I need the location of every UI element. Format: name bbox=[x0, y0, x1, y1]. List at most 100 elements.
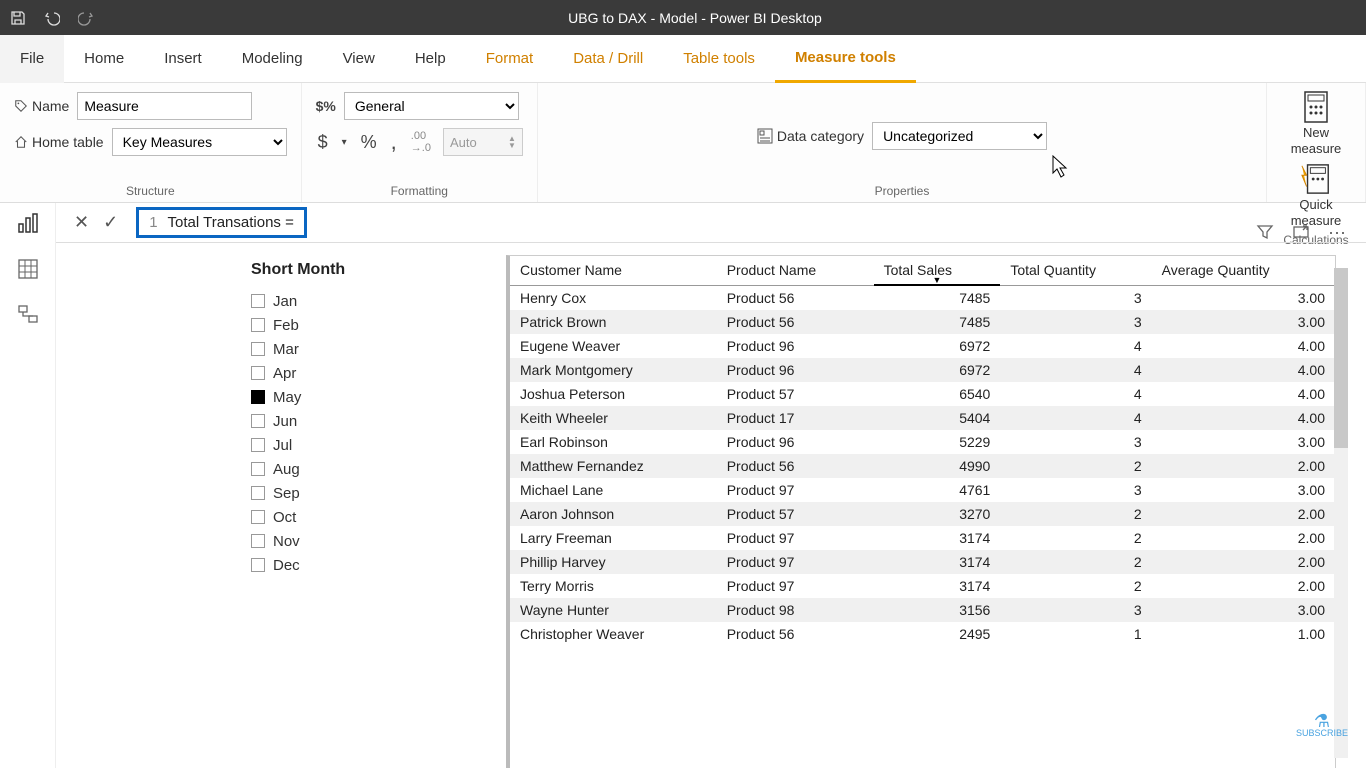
column-header[interactable]: Total Quantity bbox=[1000, 256, 1151, 285]
menu-file[interactable]: File bbox=[0, 35, 64, 83]
table-row[interactable]: Christopher WeaverProduct 56249511.00 bbox=[510, 622, 1335, 646]
slicer-item-jun[interactable]: Jun bbox=[251, 409, 431, 433]
table-row[interactable]: Patrick BrownProduct 56748533.00 bbox=[510, 310, 1335, 334]
checkbox-icon[interactable] bbox=[251, 486, 265, 500]
menu-table-tools[interactable]: Table tools bbox=[663, 35, 775, 83]
column-header[interactable]: Customer Name bbox=[510, 256, 717, 285]
slicer-item-jul[interactable]: Jul bbox=[251, 433, 431, 457]
cell: 3 bbox=[1000, 598, 1151, 622]
currency-dropdown-icon[interactable]: ▾ bbox=[340, 137, 349, 148]
slicer-item-nov[interactable]: Nov bbox=[251, 529, 431, 553]
table-row[interactable]: Joshua PetersonProduct 57654044.00 bbox=[510, 382, 1335, 406]
table-row[interactable]: Wayne HunterProduct 98315633.00 bbox=[510, 598, 1335, 622]
menubar: File HomeInsertModelingViewHelp FormatDa… bbox=[0, 35, 1366, 83]
checkbox-icon[interactable] bbox=[251, 534, 265, 548]
slicer-item-dec[interactable]: Dec bbox=[251, 553, 431, 577]
currency-button[interactable]: $ bbox=[316, 132, 330, 153]
table-row[interactable]: Terry MorrisProduct 97317422.00 bbox=[510, 574, 1335, 598]
menu-measure-tools[interactable]: Measure tools bbox=[775, 35, 916, 83]
checkbox-icon[interactable] bbox=[251, 414, 265, 428]
table-row[interactable]: Mark MontgomeryProduct 96697244.00 bbox=[510, 358, 1335, 382]
save-icon[interactable] bbox=[10, 10, 26, 26]
slicer-item-mar[interactable]: Mar bbox=[251, 337, 431, 361]
slicer-item-may[interactable]: May bbox=[251, 385, 431, 409]
formula-input[interactable]: 1 Total Transations = bbox=[136, 207, 307, 238]
column-header[interactable]: Total Sales bbox=[874, 256, 1001, 285]
cell: 2.00 bbox=[1152, 550, 1335, 574]
data-category-select[interactable]: Uncategorized bbox=[872, 122, 1047, 150]
focus-mode-icon[interactable] bbox=[1292, 223, 1310, 246]
table-row[interactable]: Aaron JohnsonProduct 57327022.00 bbox=[510, 502, 1335, 526]
column-header[interactable]: Product Name bbox=[717, 256, 874, 285]
table-row[interactable]: Michael LaneProduct 97476133.00 bbox=[510, 478, 1335, 502]
home-table-select[interactable]: Key Measures bbox=[112, 128, 287, 156]
format-select[interactable]: General bbox=[344, 92, 519, 120]
cell: 2495 bbox=[874, 622, 1001, 646]
commit-formula-icon[interactable]: ✓ bbox=[103, 212, 118, 233]
menu-data-drill[interactable]: Data / Drill bbox=[553, 35, 663, 83]
checkbox-icon[interactable] bbox=[251, 438, 265, 452]
report-view-icon[interactable] bbox=[16, 211, 40, 235]
checkbox-icon[interactable] bbox=[251, 462, 265, 476]
cell: Product 97 bbox=[717, 526, 874, 550]
table-row[interactable]: Matthew FernandezProduct 56499022.00 bbox=[510, 454, 1335, 478]
cell: 3156 bbox=[874, 598, 1001, 622]
slicer-item-sep[interactable]: Sep bbox=[251, 481, 431, 505]
table-row[interactable]: Larry FreemanProduct 97317422.00 bbox=[510, 526, 1335, 550]
menu-home[interactable]: Home bbox=[64, 35, 144, 83]
slicer-item-apr[interactable]: Apr bbox=[251, 361, 431, 385]
slicer-item-label: May bbox=[273, 389, 301, 406]
month-slicer[interactable]: Short Month JanFebMarAprMayJunJulAugSepO… bbox=[251, 261, 431, 577]
name-input[interactable] bbox=[77, 92, 252, 120]
menu-view[interactable]: View bbox=[323, 35, 395, 83]
cell: 2 bbox=[1000, 454, 1151, 478]
vertical-scrollbar[interactable] bbox=[1334, 268, 1348, 758]
cell: Wayne Hunter bbox=[510, 598, 717, 622]
ribbon-group-structure: Name Home table Key Measures Structure bbox=[0, 83, 302, 202]
menu-insert[interactable]: Insert bbox=[144, 35, 222, 83]
checkbox-icon[interactable] bbox=[251, 342, 265, 356]
cancel-formula-icon[interactable]: ✕ bbox=[74, 212, 89, 233]
cell: 2.00 bbox=[1152, 454, 1335, 478]
cell: 3 bbox=[1000, 310, 1151, 334]
table-row[interactable]: Eugene WeaverProduct 96697244.00 bbox=[510, 334, 1335, 358]
visual-toolbar: ⋯ bbox=[1256, 223, 1346, 246]
menu-format[interactable]: Format bbox=[466, 35, 554, 83]
slicer-item-oct[interactable]: Oct bbox=[251, 505, 431, 529]
cell: 2 bbox=[1000, 574, 1151, 598]
column-header[interactable]: Average Quantity bbox=[1152, 256, 1335, 285]
cell: 1.00 bbox=[1152, 622, 1335, 646]
new-measure-button[interactable]: New measure bbox=[1281, 91, 1351, 157]
slicer-item-feb[interactable]: Feb bbox=[251, 313, 431, 337]
model-view-icon[interactable] bbox=[16, 303, 40, 327]
cell: 3.00 bbox=[1152, 478, 1335, 502]
data-view-icon[interactable] bbox=[16, 257, 40, 281]
checkbox-icon[interactable] bbox=[251, 390, 265, 404]
menu-help[interactable]: Help bbox=[395, 35, 466, 83]
menu-modeling[interactable]: Modeling bbox=[222, 35, 323, 83]
slicer-item-jan[interactable]: Jan bbox=[251, 289, 431, 313]
undo-icon[interactable] bbox=[44, 10, 60, 26]
checkbox-icon[interactable] bbox=[251, 318, 265, 332]
checkbox-icon[interactable] bbox=[251, 294, 265, 308]
filter-icon[interactable] bbox=[1256, 223, 1274, 246]
checkbox-icon[interactable] bbox=[251, 558, 265, 572]
checkbox-icon[interactable] bbox=[251, 366, 265, 380]
more-options-icon[interactable]: ⋯ bbox=[1328, 223, 1346, 246]
cell: 2 bbox=[1000, 502, 1151, 526]
cell: 7485 bbox=[874, 310, 1001, 334]
table-row[interactable]: Henry CoxProduct 56748533.00 bbox=[510, 285, 1335, 310]
table-row[interactable]: Phillip HarveyProduct 97317422.00 bbox=[510, 550, 1335, 574]
table-row[interactable]: Earl RobinsonProduct 96522933.00 bbox=[510, 430, 1335, 454]
cell: Product 96 bbox=[717, 430, 874, 454]
comma-button[interactable]: , bbox=[389, 129, 399, 155]
redo-icon[interactable] bbox=[78, 10, 94, 26]
slicer-item-aug[interactable]: Aug bbox=[251, 457, 431, 481]
table-row[interactable]: Keith WheelerProduct 17540444.00 bbox=[510, 406, 1335, 430]
decimal-places-icon[interactable]: .00→.0 bbox=[409, 130, 433, 154]
data-table-visual[interactable]: Customer NameProduct NameTotal SalesTota… bbox=[506, 255, 1336, 768]
cell: 4.00 bbox=[1152, 382, 1335, 406]
percent-button[interactable]: % bbox=[359, 132, 379, 153]
decimal-auto-input[interactable]: Auto ▲▼ bbox=[443, 128, 523, 156]
checkbox-icon[interactable] bbox=[251, 510, 265, 524]
